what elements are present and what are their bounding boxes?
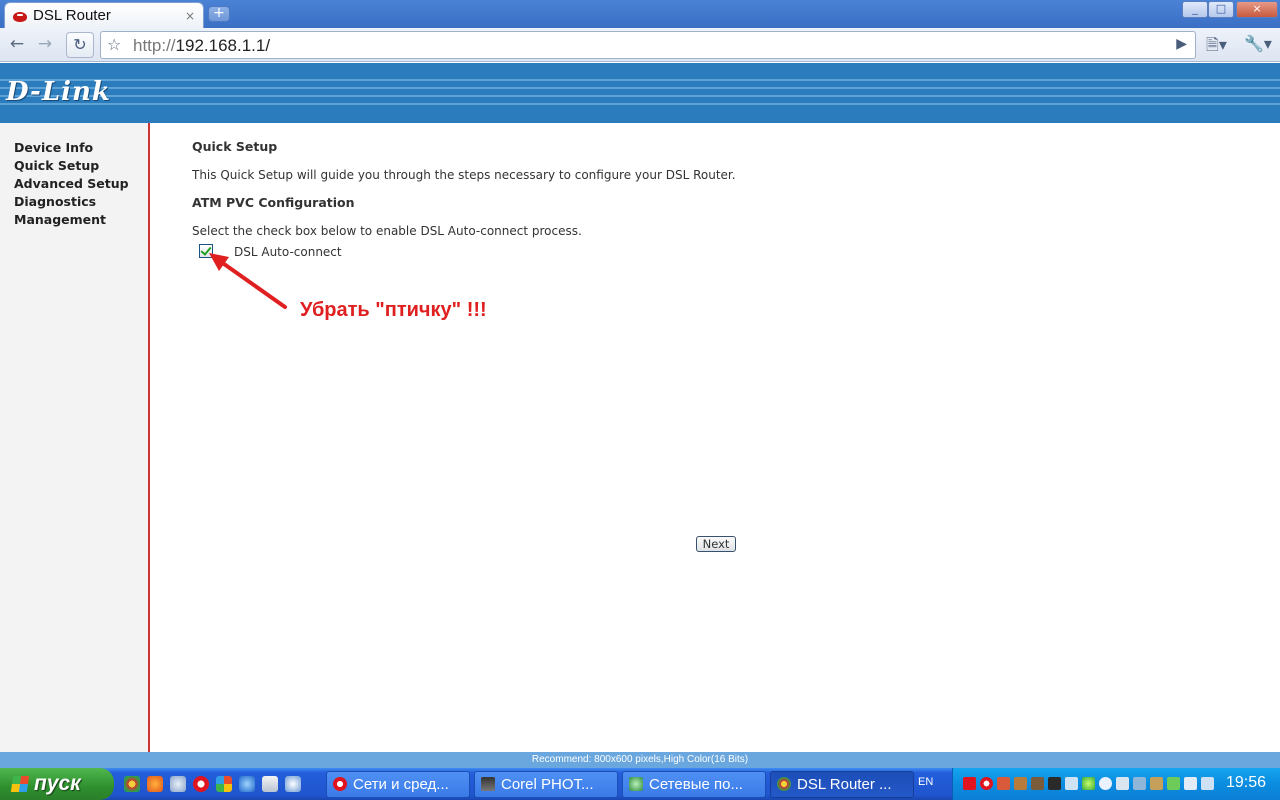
volume-icon[interactable] xyxy=(1116,777,1129,790)
ie-quicklaunch-icon[interactable] xyxy=(239,776,255,792)
address-bar[interactable]: ☆ http://192.168.1.1/ ▶ xyxy=(100,31,1196,59)
taskbar-button-dsl-router[interactable]: DSL Router ... xyxy=(770,771,914,798)
sidebar-item-advanced-setup[interactable]: Advanced Setup xyxy=(14,175,148,193)
windows-flag-icon xyxy=(10,776,30,792)
reload-icon[interactable]: ↻ xyxy=(66,32,94,58)
tray-app-icon[interactable] xyxy=(1099,777,1112,790)
firefox-quicklaunch-icon[interactable] xyxy=(147,776,163,792)
minimize-button[interactable]: _ xyxy=(1182,1,1208,18)
red-arrow-icon xyxy=(209,253,287,309)
corel-icon xyxy=(481,777,495,791)
chrome-icon xyxy=(777,777,791,791)
sidebar-nav: Device Info Quick Setup Advanced Setup D… xyxy=(0,123,150,752)
system-tray: 19:56 xyxy=(952,768,1280,800)
tray-app-icon[interactable] xyxy=(1133,777,1146,790)
router-favicon-icon xyxy=(13,10,27,22)
tab-dsl-router[interactable]: DSL Router × xyxy=(4,2,204,28)
instruction-text: Select the check box below to enable DSL… xyxy=(192,224,582,238)
forward-arrow-icon[interactable]: → xyxy=(33,33,57,57)
next-button[interactable]: Next xyxy=(696,536,736,552)
taskbar-button-corel[interactable]: Corel PHOT... xyxy=(474,771,618,798)
doc-quicklaunch-icon[interactable] xyxy=(262,776,278,792)
tray-app-icon[interactable] xyxy=(997,777,1010,790)
taskbar: пуск Сети и сред... Corel PHOT... Сетевы… xyxy=(0,768,1280,800)
browser-tab-strip: DSL Router × + _ □ × xyxy=(0,0,1280,28)
taskbar-button-network-settings[interactable]: Сети и сред... xyxy=(326,771,470,798)
tray-app-icon[interactable] xyxy=(1065,777,1078,790)
page-menu-icon[interactable]: 🗎▾ xyxy=(1206,34,1227,61)
bookmark-star-icon[interactable]: ☆ xyxy=(107,35,121,54)
chrome-quicklaunch-icon[interactable] xyxy=(124,776,140,792)
sidebar-item-device-info[interactable]: Device Info xyxy=(14,139,148,157)
back-arrow-icon[interactable]: ← xyxy=(5,33,29,57)
sidebar-item-quick-setup[interactable]: Quick Setup xyxy=(14,157,148,175)
tray-app-icon[interactable] xyxy=(1082,777,1095,790)
browser-toolbar: ← → ↻ ☆ http://192.168.1.1/ ▶ 🗎▾ 🔧▾ xyxy=(0,28,1280,62)
start-button[interactable]: пуск xyxy=(0,768,114,800)
status-bar: Recommend: 800x600 pixels,High Color(16 … xyxy=(0,752,1280,768)
tray-app-icon[interactable] xyxy=(1201,777,1214,790)
dlink-banner: D-Link xyxy=(0,63,1280,123)
language-indicator[interactable]: EN xyxy=(918,776,933,788)
taskbar-button-network-connections[interactable]: Сетевые по... xyxy=(622,771,766,798)
sidebar-item-management[interactable]: Management xyxy=(14,211,148,229)
wrench-menu-icon[interactable]: 🔧▾ xyxy=(1244,34,1272,53)
tray-opera-icon[interactable] xyxy=(980,777,993,790)
tray-app-icon[interactable] xyxy=(1031,777,1044,790)
tray-app-icon[interactable] xyxy=(963,777,976,790)
tray-app-icon[interactable] xyxy=(1014,777,1027,790)
tab-title: DSL Router xyxy=(33,7,111,24)
opera-quicklaunch-icon[interactable] xyxy=(193,776,209,792)
section-title: ATM PVC Configuration xyxy=(192,195,355,210)
app-quicklaunch-icon[interactable] xyxy=(170,776,186,792)
media-quicklaunch-icon[interactable] xyxy=(285,776,301,792)
dlink-logo: D-Link xyxy=(6,77,111,107)
sidebar-item-diagnostics[interactable]: Diagnostics xyxy=(14,193,148,211)
tray-app-icon[interactable] xyxy=(1150,777,1163,790)
annotation-text: Убрать "птичку" !!! xyxy=(300,299,487,321)
opera-icon xyxy=(333,777,347,791)
tiles-quicklaunch-icon[interactable] xyxy=(216,776,232,792)
window-close-button[interactable]: × xyxy=(1236,1,1278,18)
url-text[interactable]: http://192.168.1.1/ xyxy=(133,36,270,56)
intro-text: This Quick Setup will guide you through … xyxy=(192,168,736,182)
tray-app-icon[interactable] xyxy=(1048,777,1061,790)
network-tray-icon[interactable] xyxy=(1184,777,1197,790)
new-tab-button[interactable]: + xyxy=(208,6,230,22)
maximize-button[interactable]: □ xyxy=(1208,1,1234,18)
clock[interactable]: 19:56 xyxy=(1226,774,1266,792)
go-arrow-icon[interactable]: ▶ xyxy=(1176,36,1187,52)
main-content: Quick Setup This Quick Setup will guide … xyxy=(152,123,1280,752)
tab-close-icon[interactable]: × xyxy=(185,9,195,23)
network-icon xyxy=(629,777,643,791)
tray-app-icon[interactable] xyxy=(1167,777,1180,790)
page-title: Quick Setup xyxy=(192,139,278,154)
